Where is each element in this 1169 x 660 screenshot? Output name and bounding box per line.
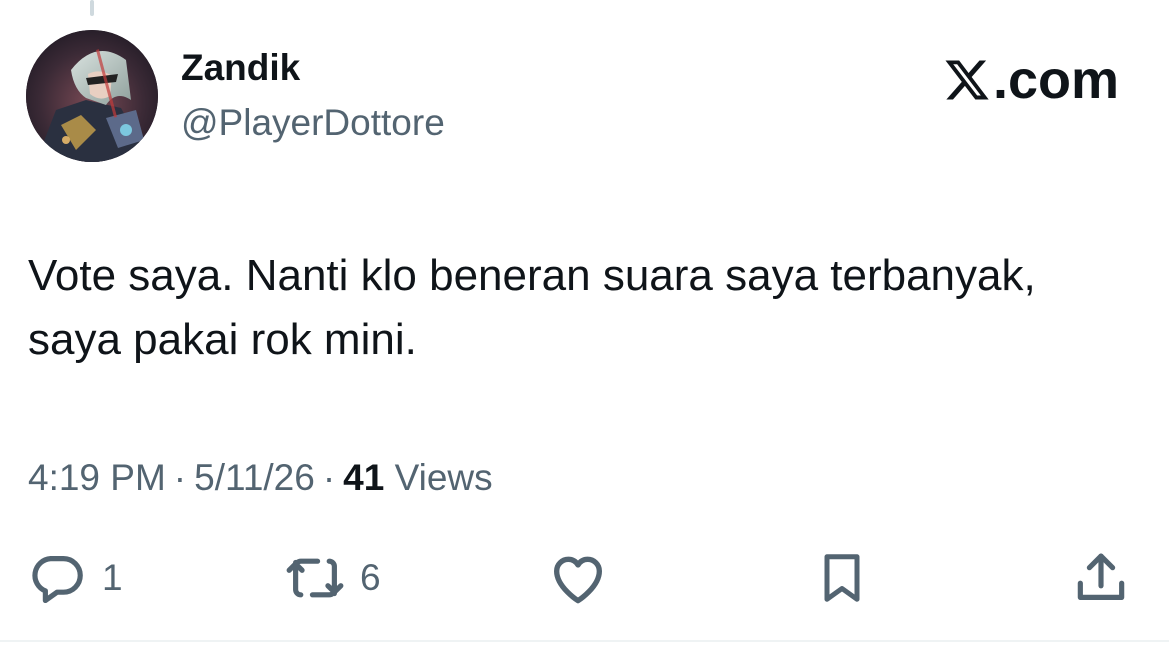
avatar[interactable] xyxy=(26,30,158,162)
author-display-name[interactable]: Zandik xyxy=(181,46,300,90)
action-bar: 1 6 xyxy=(0,548,1169,608)
share-button[interactable] xyxy=(1070,548,1132,608)
bookmark-button[interactable] xyxy=(812,548,872,608)
author-handle[interactable]: @PlayerDottore xyxy=(181,101,445,145)
bookmark-icon xyxy=(824,554,860,602)
meta-separator: · xyxy=(173,457,187,498)
tweet-meta: 4:19 PM · 5/11/26 · 41 Views xyxy=(28,456,493,500)
views-count: 41 xyxy=(343,457,385,498)
brand-suffix: .com xyxy=(992,50,1119,110)
reply-count: 1 xyxy=(102,557,123,598)
views-label: Views xyxy=(394,457,493,498)
reply-button[interactable]: 1 xyxy=(26,548,123,608)
like-button[interactable] xyxy=(546,548,610,608)
retweet-button[interactable]: 6 xyxy=(284,548,381,608)
tweet-date[interactable]: 5/11/26 xyxy=(194,457,315,498)
avatar-image xyxy=(26,30,158,162)
thread-connector-line xyxy=(90,0,94,16)
heart-icon xyxy=(554,556,602,604)
tweet-time[interactable]: 4:19 PM xyxy=(28,457,166,498)
x-logo-icon xyxy=(945,60,989,100)
tweet-text: Vote saya. Nanti klo beneran suara saya … xyxy=(28,251,1036,364)
divider xyxy=(0,640,1169,642)
meta-separator: · xyxy=(322,457,336,498)
retweet-count: 6 xyxy=(360,557,381,598)
retweet-icon xyxy=(286,558,344,598)
reply-icon xyxy=(32,556,83,604)
share-icon xyxy=(1077,553,1125,600)
brand-watermark: .com xyxy=(943,52,1119,108)
